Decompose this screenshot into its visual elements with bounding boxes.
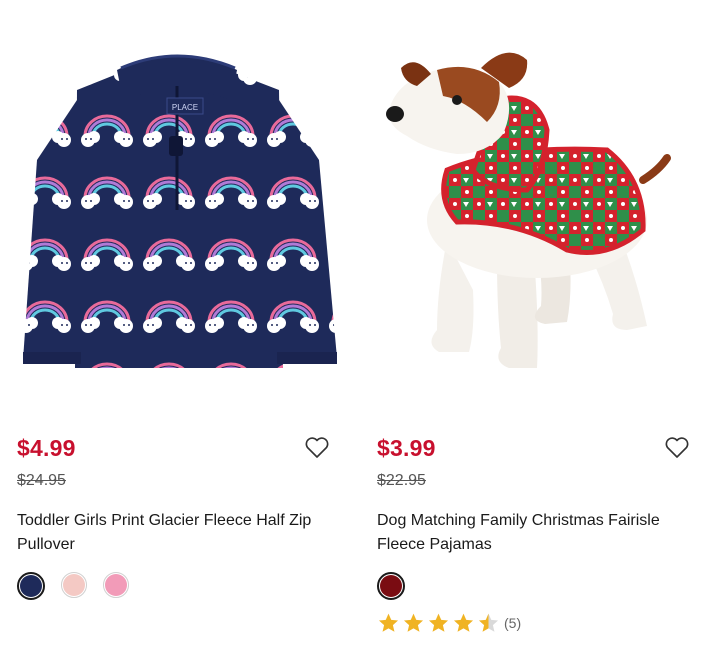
star-rating[interactable]: (5) bbox=[377, 612, 521, 634]
product-title[interactable]: Dog Matching Family Christmas Fairisle F… bbox=[377, 509, 701, 557]
star-full-icon bbox=[403, 613, 424, 632]
star-full-icon bbox=[428, 613, 449, 632]
original-price: $24.95 bbox=[17, 472, 66, 489]
color-swatch-dark-red[interactable] bbox=[377, 572, 405, 600]
product-card[interactable]: $3.99 $22.95 Dog Matching Family Christm… bbox=[377, 0, 701, 655]
brand-tag-text: PLACE bbox=[172, 103, 198, 112]
color-swatches bbox=[377, 572, 405, 600]
star-half-icon bbox=[478, 613, 499, 632]
color-swatches bbox=[17, 572, 129, 600]
color-swatch-light-pink[interactable] bbox=[61, 572, 87, 598]
dog-pajamas-image bbox=[386, 52, 671, 368]
product-title[interactable]: Toddler Girls Print Glacier Fleece Half … bbox=[17, 509, 347, 557]
original-price: $22.95 bbox=[377, 472, 426, 489]
product-card[interactable]: PLACE $4.99 $24.95 Toddler Girls Print G… bbox=[17, 0, 347, 655]
product-image[interactable]: PLACE bbox=[17, 40, 342, 375]
product-image[interactable] bbox=[377, 30, 697, 380]
star-full-icon bbox=[378, 613, 399, 632]
wishlist-heart-icon[interactable] bbox=[664, 436, 690, 460]
sale-price: $4.99 bbox=[17, 435, 76, 461]
color-swatch-navy[interactable] bbox=[17, 572, 45, 600]
wishlist-heart-icon[interactable] bbox=[304, 436, 330, 460]
sale-price: $3.99 bbox=[377, 435, 436, 461]
review-count[interactable]: (5) bbox=[504, 615, 521, 631]
star-full-icon bbox=[453, 613, 474, 632]
color-swatch-pink[interactable] bbox=[103, 572, 129, 598]
fleece-pullover-image: PLACE bbox=[23, 54, 337, 368]
